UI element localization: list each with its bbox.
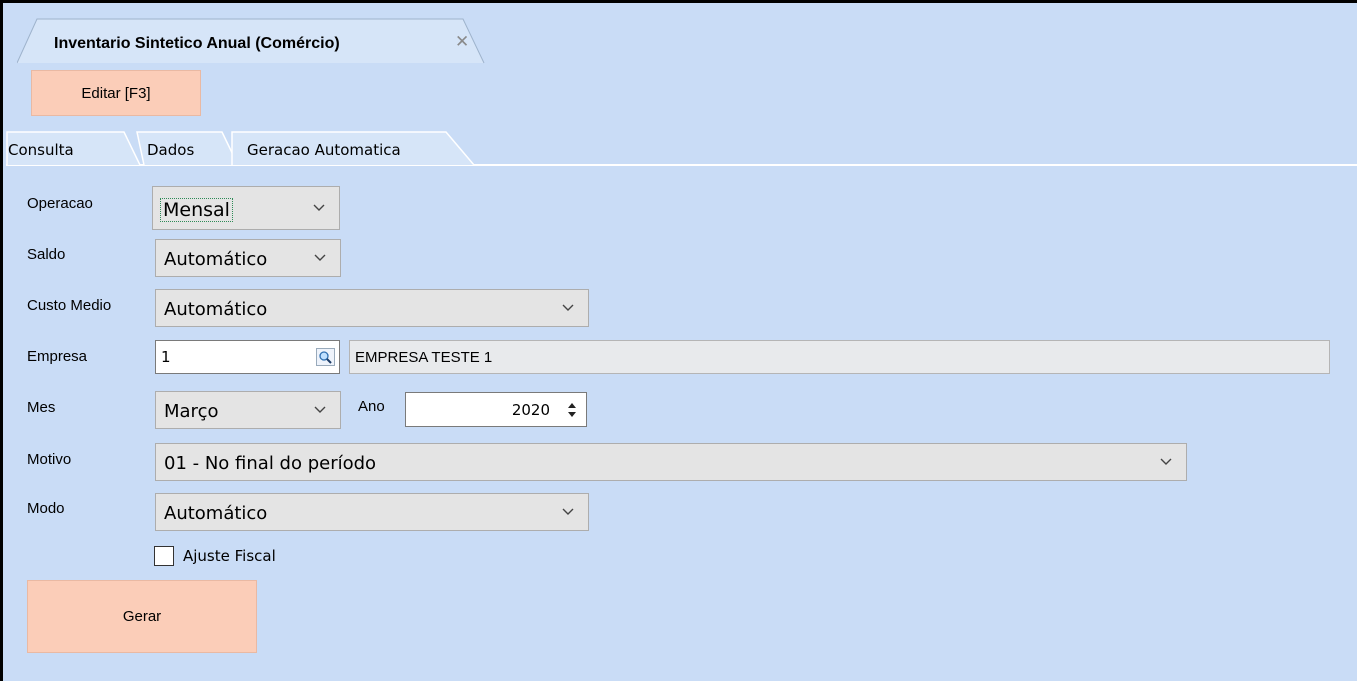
motivo-value: 01 - No final do período <box>164 453 377 474</box>
empresa-name-value: EMPRESA TESTE 1 <box>355 349 493 366</box>
saldo-select[interactable]: Automático <box>155 239 341 277</box>
mes-label: Mes <box>27 399 56 416</box>
saldo-value: Automático <box>164 249 268 270</box>
mes-value: Março <box>164 401 219 422</box>
custo-medio-value: Automático <box>164 299 268 320</box>
operacao-label: Operacao <box>27 195 93 212</box>
operacao-select[interactable]: Mensal <box>152 186 340 230</box>
empresa-code-value: 1 <box>161 348 171 366</box>
modo-select[interactable]: Automático <box>155 493 589 531</box>
operacao-value: Mensal <box>160 198 233 222</box>
edit-button[interactable]: Editar [F3] <box>31 70 201 116</box>
search-icon[interactable] <box>316 348 335 366</box>
document-tab-title: Inventario Sintetico Anual (Comércio) <box>54 35 340 52</box>
ano-spinbox[interactable]: 2020 <box>405 392 587 427</box>
motivo-label: Motivo <box>27 451 72 468</box>
window-frame: Inventario Sintetico Anual (Comércio) ✕ … <box>0 0 1360 681</box>
ajuste-fiscal-label: Ajuste Fiscal <box>183 547 276 565</box>
ano-label: Ano <box>358 398 385 415</box>
edit-button-label: Editar [F3] <box>81 84 151 102</box>
chevron-down-icon <box>314 406 326 414</box>
tab-consulta[interactable]: Consulta <box>8 141 74 159</box>
spin-arrows-icon[interactable] <box>567 401 577 419</box>
mes-select[interactable]: Março <box>155 391 341 429</box>
generate-button-label: Gerar <box>122 608 162 625</box>
chevron-down-icon <box>562 304 574 312</box>
custo-medio-select[interactable]: Automático <box>155 289 589 327</box>
close-icon[interactable]: ✕ <box>455 32 469 52</box>
saldo-label: Saldo <box>27 246 66 263</box>
tab-geracao-automatica[interactable]: Geracao Automatica <box>247 141 401 159</box>
generate-button[interactable]: Gerar <box>27 580 257 653</box>
tab-strip: Consulta Dados Geracao Automatica <box>6 129 1360 166</box>
checkbox-box[interactable] <box>154 546 174 566</box>
empresa-name-field: EMPRESA TESTE 1 <box>349 340 1330 374</box>
ajuste-fiscal-checkbox[interactable]: Ajuste Fiscal <box>154 545 324 567</box>
custo-medio-label: Custo Medio <box>27 297 112 314</box>
chevron-down-icon <box>313 204 325 212</box>
document-tab[interactable]: Inventario Sintetico Anual (Comércio) ✕ <box>17 18 485 64</box>
empresa-label: Empresa <box>27 348 88 365</box>
tab-strip-shape <box>6 131 1360 166</box>
ano-value: 2020 <box>511 401 550 419</box>
empresa-code-input[interactable]: 1 <box>155 340 340 374</box>
tab-dados[interactable]: Dados <box>147 141 194 159</box>
motivo-select[interactable]: 01 - No final do período <box>155 443 1187 481</box>
modo-label: Modo <box>27 500 65 517</box>
chevron-down-icon <box>562 508 574 516</box>
chevron-down-icon <box>314 254 326 262</box>
modo-value: Automático <box>164 503 268 524</box>
chevron-down-icon <box>1160 458 1172 466</box>
